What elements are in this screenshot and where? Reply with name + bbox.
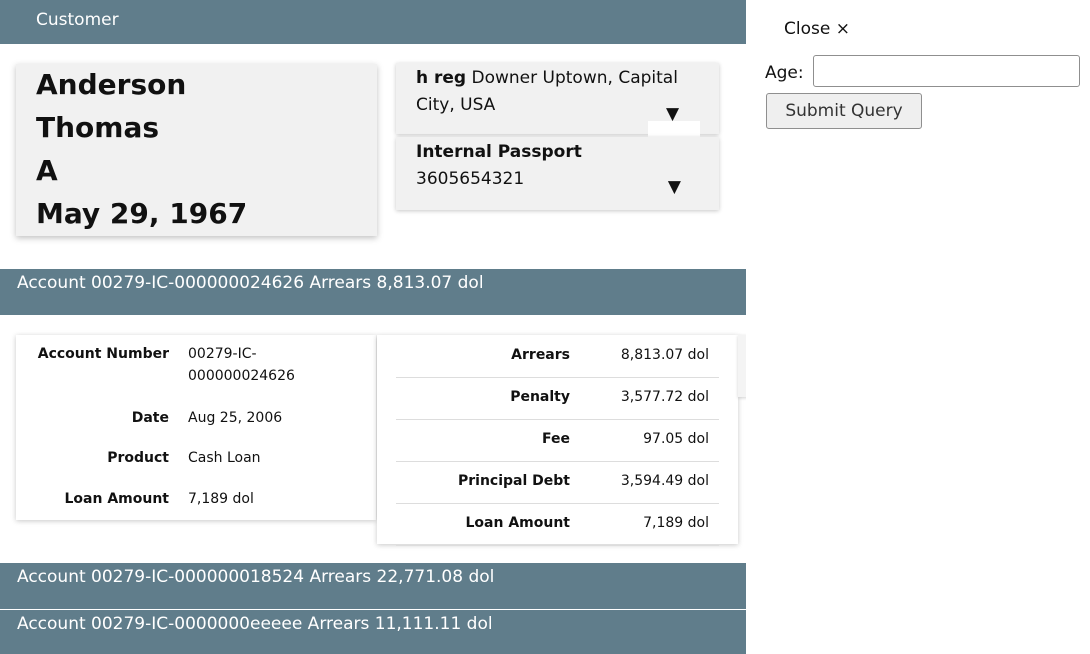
submit-query-button[interactable]: Submit Query [766, 93, 922, 129]
arrears-label: Arrears [511, 347, 570, 363]
fee-value: 97.05 dol [643, 431, 709, 447]
age-input[interactable] [813, 55, 1080, 87]
page-title: Customer [36, 10, 119, 30]
account-summary-1[interactable]: Account 00279-IC-000000024626 Arrears 8,… [0, 269, 746, 315]
account-summary-text-1: Account 00279-IC-000000024626 Arrears 8,… [17, 273, 484, 293]
adjacent-card-edge [738, 335, 746, 397]
financial-row-loan-amount: Loan Amount 7,189 dol [396, 503, 719, 546]
principal-debt-label: Principal Debt [458, 473, 570, 489]
age-label: Age: [765, 63, 804, 83]
internal-passport-text: Internal Passport 3605654321 [416, 139, 706, 193]
account-loan-amount-label: Loan Amount [64, 491, 170, 507]
internal-passport-value: 3605654321 [416, 169, 525, 189]
account-number-value: 00279-IC-000000024626 [188, 346, 295, 384]
financial-row-fee: Fee 97.05 dol [396, 419, 719, 462]
account-summary-text-3: Account 00279-IC-0000000eeeee Arrears 11… [17, 614, 493, 634]
side-panel: Close × Age: Submit Query [746, 0, 1090, 654]
internal-passport-card[interactable]: Internal Passport 3605654321 ▼ [396, 137, 719, 210]
financial-row-arrears: Arrears 8,813.07 dol [396, 335, 719, 378]
customer-header-bar: Customer [0, 0, 746, 44]
close-panel-button[interactable]: Close × [784, 18, 850, 40]
loan-amount-value: 7,189 dol [643, 515, 709, 531]
arrears-value: 8,813.07 dol [620, 347, 709, 363]
registration-expand-icon[interactable]: ▼ [666, 104, 679, 124]
customer-last-name: Anderson [36, 68, 187, 101]
customer-main-area: Customer Anderson Thomas A May 29, 1967 … [0, 0, 746, 654]
account-product-label: Product [107, 450, 169, 466]
account-loan-amount-value: 7,189 dol [188, 491, 254, 507]
account-financials-card: Arrears 8,813.07 dol Penalty 3,577.72 do… [377, 335, 738, 546]
internal-passport-label: Internal Passport [416, 142, 582, 162]
registration-label: h reg [416, 68, 467, 88]
account-info-card: Account Number 00279-IC-000000024626 Dat… [16, 335, 376, 520]
penalty-label: Penalty [510, 389, 570, 405]
loan-amount-label: Loan Amount [465, 515, 571, 531]
account-summary-text-2: Account 00279-IC-000000018524 Arrears 22… [17, 567, 495, 587]
account-date-label: Date [131, 410, 169, 426]
customer-first-name: Thomas [36, 111, 160, 144]
account-date-value: Aug 25, 2006 [188, 410, 283, 426]
account-summary-2[interactable]: Account 00279-IC-000000018524 Arrears 22… [0, 563, 746, 609]
principal-debt-value: 3,594.49 dol [620, 473, 709, 489]
customer-birth-date: May 29, 1967 [36, 197, 248, 230]
page: Customer Anderson Thomas A May 29, 1967 … [0, 0, 1090, 654]
customer-middle-initial: A [36, 154, 58, 187]
penalty-value: 3,577.72 dol [620, 389, 709, 405]
fee-label: Fee [542, 431, 570, 447]
registration-address-text: h reg Downer Uptown, Capital City, USA [416, 65, 706, 119]
internal-passport-expand-icon[interactable]: ▼ [668, 177, 681, 197]
account-summary-3[interactable]: Account 00279-IC-0000000eeeee Arrears 11… [0, 610, 746, 654]
customer-name-card: Anderson Thomas A May 29, 1967 [16, 64, 377, 236]
account-product-value: Cash Loan [188, 450, 261, 466]
financial-row-principal-debt: Principal Debt 3,594.49 dol [396, 461, 719, 504]
financial-row-penalty: Penalty 3,577.72 dol [396, 377, 719, 420]
account-number-label: Account Number [37, 346, 169, 362]
